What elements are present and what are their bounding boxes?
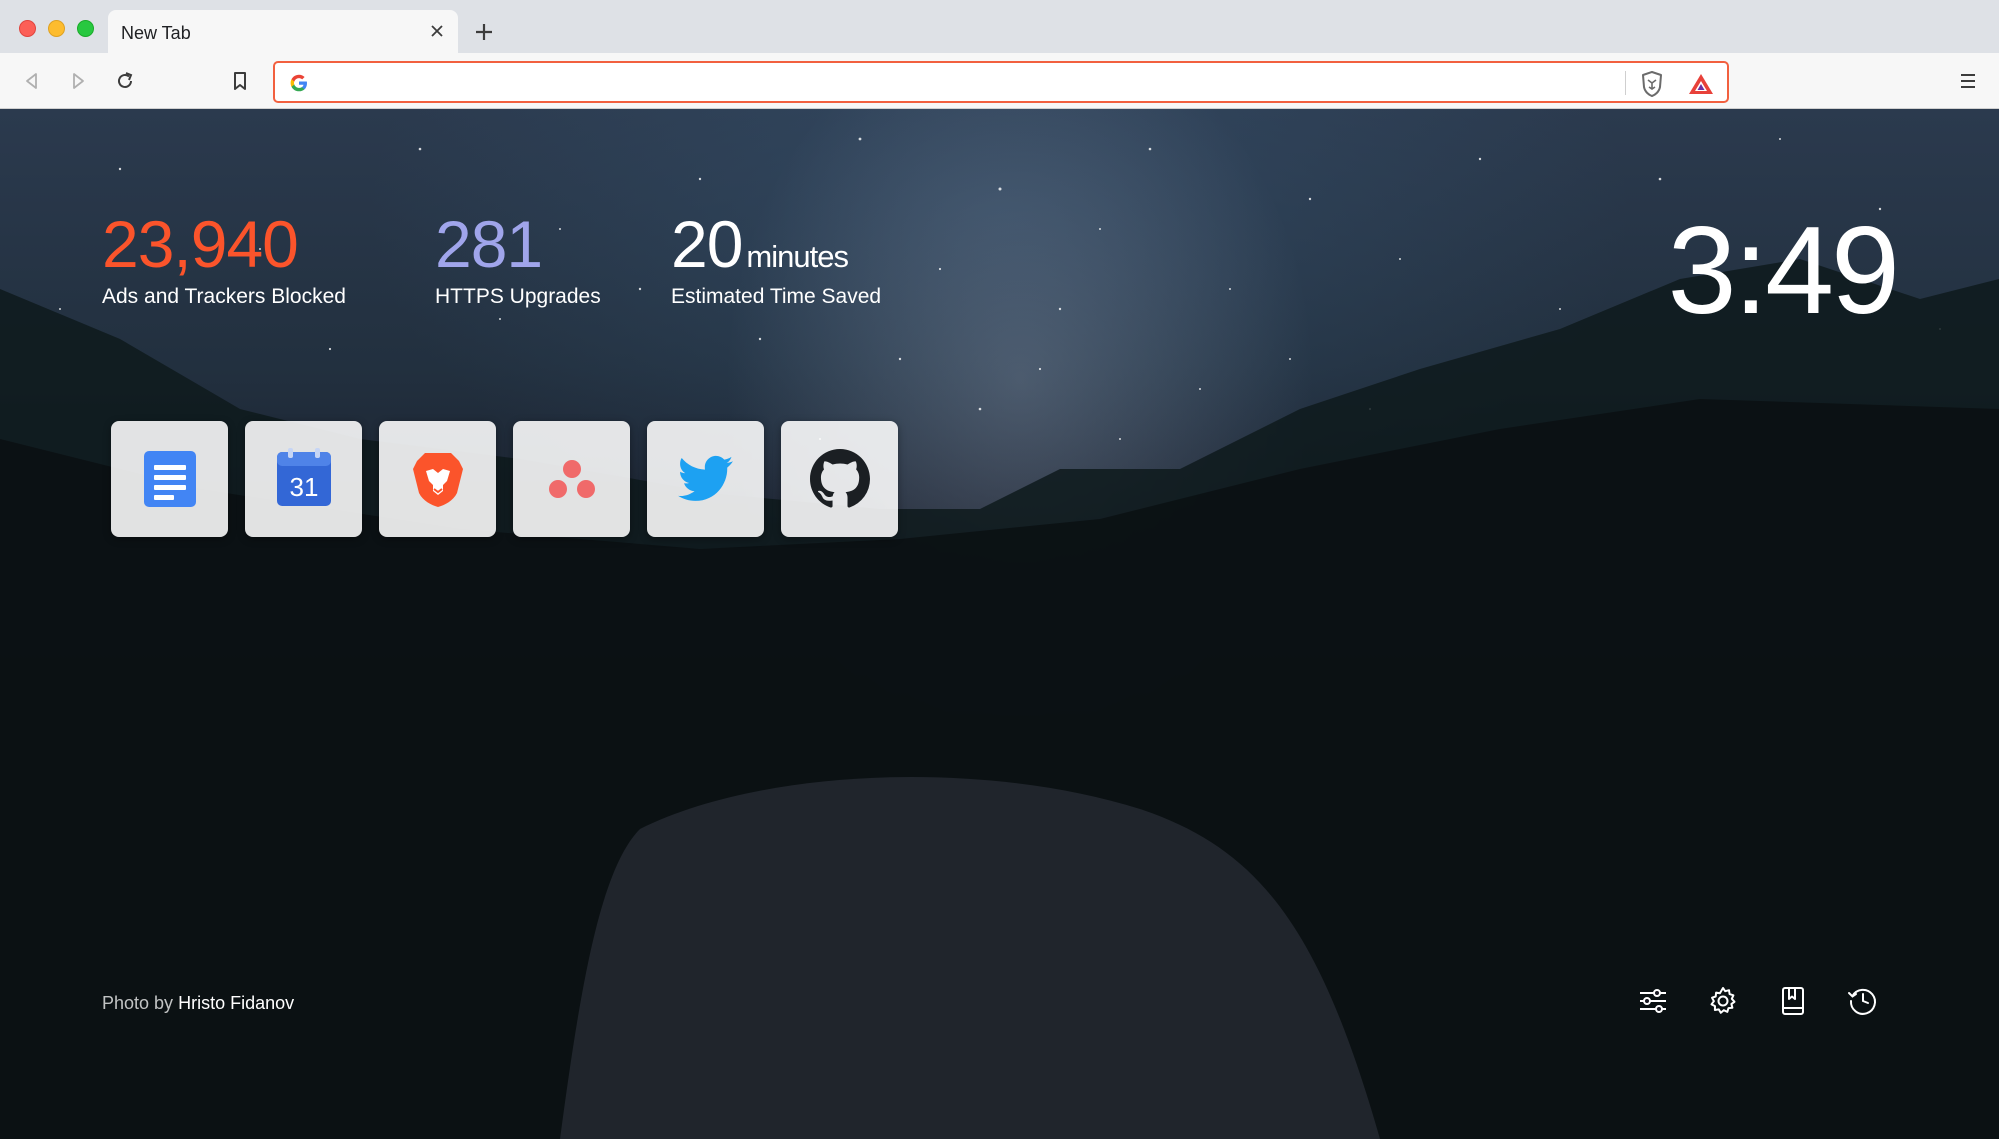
top-site-google-docs[interactable] — [111, 421, 228, 537]
top-site-twitter[interactable] — [647, 421, 764, 537]
bookmarks-button[interactable] — [1773, 981, 1813, 1021]
stat-https-upgrades: 281 HTTPS Upgrades — [435, 211, 601, 309]
calendar-day-text: 31 — [289, 472, 318, 502]
top-site-github[interactable] — [781, 421, 898, 537]
history-clock-icon — [1848, 988, 1876, 1015]
toolbar — [0, 53, 1999, 109]
stat-ads-blocked: 23,940 Ads and Trackers Blocked — [102, 211, 346, 309]
brave-lion-icon — [412, 453, 463, 507]
minimize-window-button[interactable] — [48, 20, 65, 37]
twitter-bird-icon — [677, 455, 733, 501]
stat-time-saved: 20 minutes Estimated Time Saved — [671, 211, 881, 309]
https-upgrades-label: HTTPS Upgrades — [435, 285, 601, 308]
top-site-asana[interactable] — [513, 421, 630, 537]
plus-icon — [476, 24, 492, 40]
back-button[interactable] — [16, 65, 48, 97]
top-site-google-calendar[interactable]: 31 — [245, 421, 362, 537]
time-saved-count: 20 — [671, 207, 743, 281]
google-icon — [290, 74, 307, 92]
forward-button[interactable] — [62, 65, 94, 97]
asana-icon — [548, 460, 595, 498]
time-saved-unit: minutes — [746, 239, 849, 274]
settings-gear-icon — [1710, 987, 1736, 1014]
bookmarks-icon — [1782, 987, 1804, 1015]
brave-shields-icon[interactable] — [1639, 70, 1665, 98]
calendar-icon: 31 — [276, 448, 331, 506]
back-arrow-icon — [26, 73, 37, 89]
menu-button[interactable] — [1952, 65, 1984, 97]
clock: 3:49 — [1667, 202, 1900, 340]
address-bar[interactable] — [273, 61, 1729, 103]
reload-button[interactable] — [109, 65, 141, 97]
url-input[interactable] — [325, 69, 1625, 95]
ads-blocked-label: Ads and Trackers Blocked — [102, 285, 346, 308]
customize-button[interactable] — [1633, 981, 1673, 1021]
tab-close-icon[interactable] — [426, 20, 448, 42]
github-octocat-icon — [809, 449, 870, 508]
time-saved-label: Estimated Time Saved — [671, 285, 882, 308]
new-tab-page: 23,940 Ads and Trackers Blocked 281 HTTP… — [0, 109, 1999, 1139]
reload-icon — [118, 72, 133, 88]
title-bar: New Tab — [0, 0, 1999, 53]
hamburger-menu-icon — [1961, 74, 1975, 88]
new-tab-button[interactable] — [470, 18, 498, 46]
tab-new-tab[interactable]: New Tab — [108, 10, 458, 53]
https-upgrades-count: 281 — [435, 207, 543, 281]
forward-arrow-icon — [73, 73, 84, 89]
photo-credit-author[interactable]: Hristo Fidanov — [178, 993, 294, 1013]
customize-sliders-icon — [1640, 989, 1666, 1013]
close-window-button[interactable] — [19, 20, 36, 37]
settings-button[interactable] — [1703, 981, 1743, 1021]
top-site-brave[interactable] — [379, 421, 496, 537]
brave-rewards-icon[interactable] — [1687, 72, 1715, 96]
bookmark-button[interactable] — [224, 65, 256, 97]
bookmark-icon — [234, 72, 246, 90]
docs-icon — [143, 451, 196, 507]
address-bar-divider — [1625, 71, 1626, 95]
history-button[interactable] — [1843, 981, 1883, 1021]
photo-credit-prefix: Photo by — [102, 993, 174, 1013]
maximize-window-button[interactable] — [77, 20, 94, 37]
ads-blocked-count: 23,940 — [102, 207, 299, 281]
tab-title: New Tab — [121, 23, 191, 43]
photo-credit: Photo by Hristo Fidanov — [102, 993, 294, 1014]
